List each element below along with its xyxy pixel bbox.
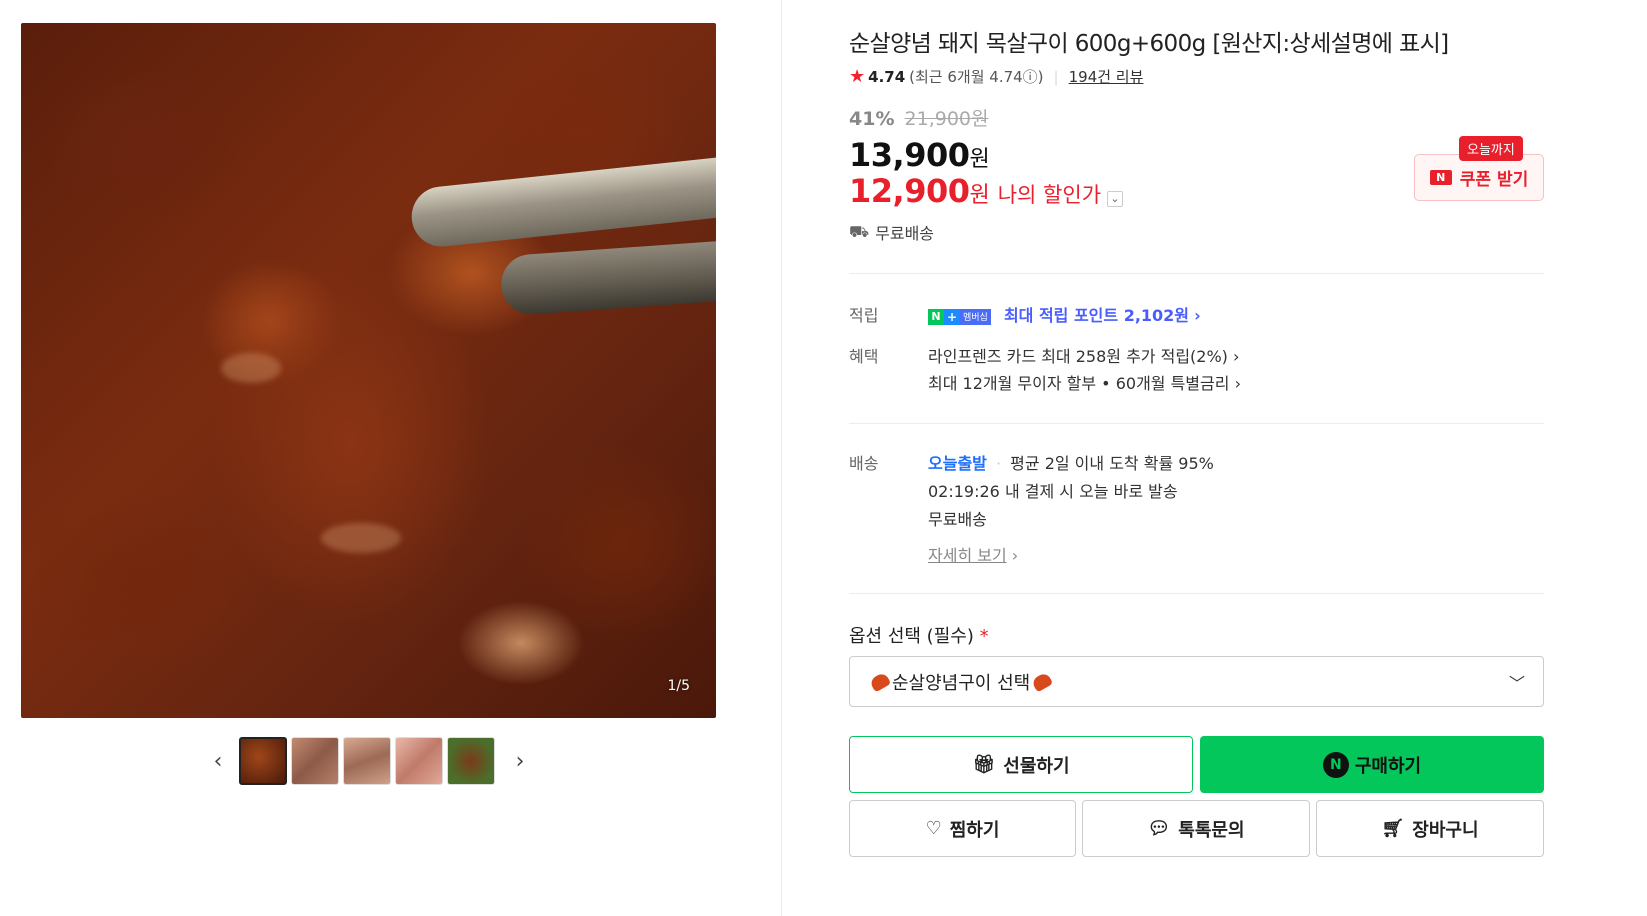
image-highlight xyxy=(321,523,401,553)
heart-icon: ♡ xyxy=(925,818,942,839)
image-counter: 1/5 xyxy=(667,678,690,694)
sale-price-value: 13,900 xyxy=(849,136,970,174)
option-select-value: 순살양념구이 선택 xyxy=(892,672,1031,694)
gift-button-label: 선물하기 xyxy=(1003,755,1070,777)
today-ship-badge: 오늘출발 xyxy=(928,454,987,473)
discount-rate: 41% xyxy=(849,108,895,130)
cart-button-label: 장바구니 xyxy=(1412,819,1479,841)
gift-button[interactable]: 🎁︎ 선물하기 xyxy=(849,736,1193,793)
thumbnail-1[interactable] xyxy=(239,737,287,785)
buy-button[interactable]: N 구매하기 xyxy=(1200,736,1544,793)
benefit-card-text: 라인프렌즈 카드 최대 258원 추가 적립(2%) xyxy=(928,347,1228,366)
thumbnail-3[interactable] xyxy=(343,737,391,785)
delivery-label: 배송 xyxy=(849,454,879,473)
original-price: 21,900원 xyxy=(904,108,989,130)
thumbnail-2[interactable] xyxy=(291,737,339,785)
talk-inquiry-button[interactable]: 💬︎ 톡톡문의 xyxy=(1082,800,1310,857)
divider xyxy=(849,593,1544,594)
column-divider xyxy=(781,0,782,916)
product-main-image[interactable]: 1/5 xyxy=(21,23,716,718)
my-price-value: 12,900 xyxy=(849,172,970,210)
naver-n-icon: N xyxy=(1429,170,1452,185)
thumbnail-prev-button[interactable]: ‹ xyxy=(205,737,231,785)
product-title: 순살양념 돼지 목살구이 600g+600g [원산지:상세설명에 표시] xyxy=(849,31,1449,57)
chevron-right-icon: › xyxy=(1233,347,1240,366)
max-points-link[interactable]: 최대 적립 포인트 2,102원 xyxy=(1004,306,1189,325)
points-info[interactable]: N + 멤버십 최대 적립 포인트 2,102원 › xyxy=(928,302,1201,326)
divider: | xyxy=(1053,67,1059,86)
chevron-down-icon: ﹀ xyxy=(1508,673,1525,693)
delivery-countdown: 02:19:26 내 결제 시 오늘 바로 발송 xyxy=(928,482,1178,501)
delivery-avg-text: 평균 2일 이내 도착 확률 95% xyxy=(1010,454,1214,473)
thumbnail-5[interactable] xyxy=(447,737,495,785)
delivery-summary: 오늘출발 · 평균 2일 이내 도착 확률 95% xyxy=(928,450,1214,474)
naver-n-icon: N xyxy=(1322,751,1349,778)
benefit-card-line[interactable]: 라인프렌즈 카드 최대 258원 추가 적립(2%) › xyxy=(928,343,1239,367)
points-label: 적립 xyxy=(849,306,879,325)
shipping-info: ⛟ 무료배송 xyxy=(849,220,934,244)
shipping-fee: 무료배송 xyxy=(875,224,935,243)
detail-link-text[interactable]: 자세히 보기 xyxy=(928,546,1007,565)
benefit-installment-text: 최대 12개월 무이자 할부 • 60개월 특별금리 xyxy=(928,374,1230,393)
talk-button-label: 톡톡문의 xyxy=(1178,819,1245,841)
coupon-deadline-badge: 오늘까지 xyxy=(1459,136,1523,161)
buy-button-label: 구매하기 xyxy=(1354,755,1422,777)
coupon-button[interactable]: N 쿠폰 받기 xyxy=(1414,154,1544,201)
my-price-label: 나의 할인가 xyxy=(997,183,1102,207)
my-price-unit: 원 xyxy=(969,183,990,208)
wish-button[interactable]: ♡ 찜하기 xyxy=(849,800,1076,857)
option-label-text: 옵션 선택 (필수) xyxy=(849,626,974,647)
my-discount-price[interactable]: 12,900 원 나의 할인가 ⌄ xyxy=(849,172,1124,210)
option-label: 옵션 선택 (필수) * xyxy=(849,622,989,648)
required-mark: * xyxy=(979,626,989,647)
cart-button[interactable]: 🛒︎ 장바구니 xyxy=(1316,800,1544,857)
benefit-installment-line[interactable]: 최대 12개월 무이자 할부 • 60개월 특별금리 › xyxy=(928,370,1241,394)
gift-icon: 🎁︎ xyxy=(972,754,996,775)
chevron-down-icon[interactable]: ⌄ xyxy=(1107,191,1124,207)
thumbnail-next-button[interactable]: › xyxy=(507,737,533,785)
sale-price: 13,900원 xyxy=(849,136,990,174)
coupon-label: 쿠폰 받기 xyxy=(1459,170,1529,190)
delivery-detail-link[interactable]: 자세히 보기 › xyxy=(928,542,1018,566)
dot-separator: · xyxy=(995,454,1002,473)
sale-price-unit: 원 xyxy=(969,147,990,172)
thumbnail-4[interactable] xyxy=(395,737,443,785)
image-highlight xyxy=(221,353,281,383)
meat-icon xyxy=(1030,670,1054,693)
chat-bubble-icon: 💬︎ xyxy=(1147,818,1171,839)
benefit-label: 혜택 xyxy=(849,347,879,366)
meat-icon xyxy=(868,670,892,693)
delivery-fee: 무료배송 xyxy=(928,510,987,529)
divider xyxy=(849,273,1544,274)
chevron-right-icon: › xyxy=(1011,546,1019,565)
divider xyxy=(849,423,1544,424)
rating-score: 4.74 xyxy=(868,67,906,86)
discount-row: 41% 21,900원 xyxy=(849,104,989,131)
tongs-lower xyxy=(499,239,716,317)
tongs-upper xyxy=(408,156,716,250)
wish-button-label: 찜하기 xyxy=(949,819,1000,841)
rating-row: ★ 4.74 (최근 6개월 4.74ⓘ) | 194건 리뷰 xyxy=(849,66,1143,87)
basket-icon: 🛒︎ xyxy=(1381,818,1405,839)
option-select[interactable]: 순살양념구이 선택 ﹀ xyxy=(849,656,1544,707)
chevron-right-icon: › xyxy=(1234,374,1241,393)
chevron-right-icon: › xyxy=(1194,306,1201,325)
star-icon: ★ xyxy=(849,66,866,87)
truck-icon: ⛟ xyxy=(849,221,870,241)
review-count-link[interactable]: 194건 리뷰 xyxy=(1069,66,1144,87)
recent-rating[interactable]: (최근 6개월 4.74ⓘ) xyxy=(909,66,1043,87)
thumbnail-strip: ‹ › xyxy=(205,737,533,785)
naver-membership-icon: N + 멤버십 xyxy=(928,308,991,325)
